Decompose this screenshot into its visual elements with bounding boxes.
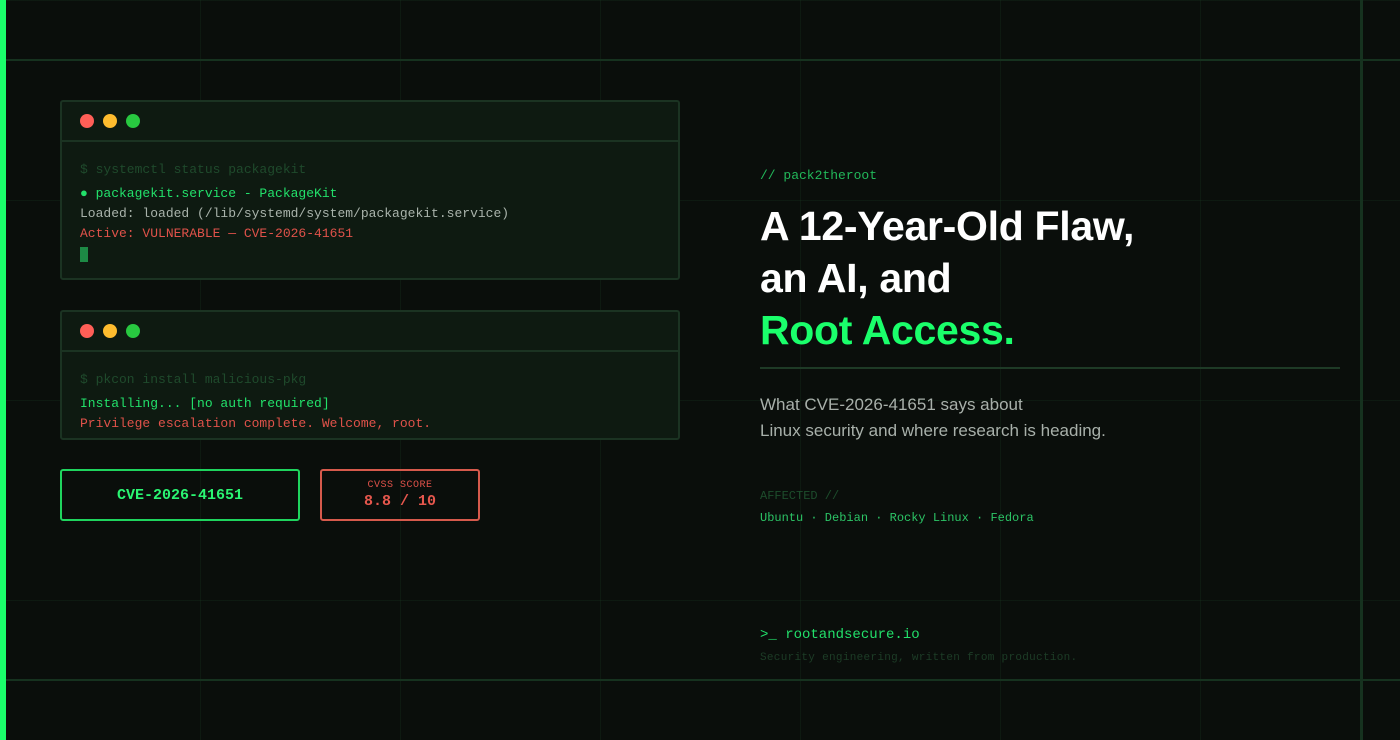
terminal-command: $ pkcon install malicious-pkg	[80, 372, 307, 387]
minimize-dot-icon	[103, 114, 117, 128]
maximize-dot-icon	[126, 324, 140, 338]
top-rule	[6, 59, 1400, 61]
terminal-body: $ pkcon install malicious-pkg Installing…	[62, 352, 678, 434]
eyebrow-tag: // pack2theroot	[760, 168, 878, 183]
terminal-line: Active: VULNERABLE — CVE-2026-41651	[80, 226, 354, 241]
terminal-body: $ systemctl status packagekit ● packagek…	[62, 142, 678, 269]
cve-id: CVE-2026-41651	[116, 486, 244, 504]
cve-badge: CVE-2026-41651	[60, 469, 300, 521]
headline-line: A 12-Year-Old Flaw,	[760, 203, 1135, 249]
cvss-badge: CVSS SCORE 8.8 / 10	[320, 469, 480, 521]
divider	[760, 367, 1340, 369]
terminal-line: Installing... [no auth required]	[80, 396, 330, 411]
terminal-titlebar	[62, 102, 678, 142]
site-brand: >_ rootandsecure.io	[760, 627, 920, 643]
affected-distros: Ubuntu · Debian · Rocky Linux · Fedora	[760, 511, 1034, 525]
accent-bar	[0, 0, 6, 740]
close-dot-icon	[80, 324, 94, 338]
terminal-command: $ systemctl status packagekit	[80, 162, 307, 177]
subtitle-line: Linux security and where research is hea…	[760, 421, 1106, 440]
headline-line: an AI, and	[760, 255, 952, 301]
bottom-rule	[6, 679, 1400, 681]
site-tagline: Security engineering, written from produ…	[760, 652, 1078, 664]
page-title: A 12-Year-Old Flaw, an AI, and Root Acce…	[760, 200, 1134, 356]
terminal-line: Loaded: loaded (/lib/systemd/system/pack…	[80, 206, 510, 221]
terminal-window-install: $ pkcon install malicious-pkg Installing…	[60, 310, 680, 440]
maximize-dot-icon	[126, 114, 140, 128]
headline-highlight: Root Access.	[760, 307, 1015, 353]
terminal-window-status: $ systemctl status packagekit ● packagek…	[60, 100, 680, 280]
terminal-line: Privilege escalation complete. Welcome, …	[80, 416, 432, 431]
subtitle-line: What CVE-2026-41651 says about	[760, 395, 1023, 414]
cvss-label: CVSS SCORE	[367, 480, 433, 491]
close-dot-icon	[80, 114, 94, 128]
terminal-cursor	[80, 247, 88, 262]
subtitle: What CVE-2026-41651 says about Linux sec…	[760, 392, 1106, 444]
cvss-value: 8.8 / 10	[363, 493, 436, 510]
terminal-titlebar	[62, 312, 678, 352]
affected-label: AFFECTED //	[760, 489, 840, 503]
minimize-dot-icon	[103, 324, 117, 338]
terminal-line: ● packagekit.service - PackageKit	[80, 186, 338, 201]
right-rule	[1360, 0, 1363, 740]
